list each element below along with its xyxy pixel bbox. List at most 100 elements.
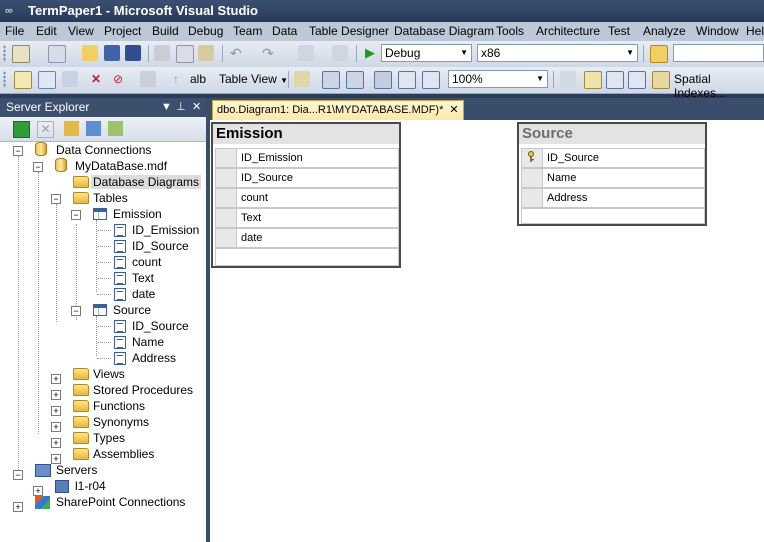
view-page-breaks-icon[interactable] [398, 71, 416, 89]
paste-icon[interactable] [198, 45, 214, 61]
find-input[interactable] [673, 44, 764, 62]
cut-icon[interactable] [154, 45, 170, 61]
edit-names-icon[interactable]: alb [190, 71, 206, 87]
new-project-icon[interactable] [12, 45, 30, 63]
tree-node-synonyms[interactable]: Synonyms [91, 414, 151, 430]
menu-project[interactable]: Project [104, 24, 141, 38]
diagram-column-row[interactable]: count [215, 188, 399, 208]
tree-node-column[interactable]: count [130, 254, 163, 270]
expand-toggle[interactable]: + [13, 502, 23, 512]
auto-hide-pin-icon[interactable]: ⊥ [176, 98, 186, 117]
expand-toggle[interactable]: + [51, 438, 61, 448]
delete-from-database-icon[interactable]: ✕ [88, 71, 104, 87]
manage-indexes-icon[interactable] [584, 71, 602, 89]
diagram-canvas[interactable]: Emission ID_Emission ID_Source count Tex… [210, 120, 764, 542]
tree-node-stored-procedures[interactable]: Stored Procedures [91, 382, 195, 398]
expand-toggle[interactable]: + [51, 390, 61, 400]
expand-toggle[interactable]: + [33, 486, 43, 496]
tree-node-servers[interactable]: Servers [54, 462, 99, 478]
tree-node-tables[interactable]: Tables [91, 190, 130, 206]
start-debugging-icon[interactable]: ▶ [362, 45, 378, 61]
tree-node-assemblies[interactable]: Assemblies [91, 446, 156, 462]
generate-change-script-icon[interactable] [140, 71, 156, 87]
add-item-icon[interactable] [48, 45, 66, 63]
autosize-tables-icon[interactable] [374, 71, 392, 89]
menu-test[interactable]: Test [608, 24, 630, 38]
remove-from-diagram-icon[interactable]: ⊘ [110, 71, 126, 87]
menu-debug[interactable]: Debug [188, 24, 223, 38]
manage-check-constraints-icon[interactable] [652, 71, 670, 89]
tree-node-column[interactable]: Text [130, 270, 156, 286]
diagram-column-row[interactable]: date [215, 228, 399, 248]
menu-build[interactable]: Build [152, 24, 179, 38]
menu-edit[interactable]: Edit [36, 24, 57, 38]
menu-view[interactable]: View [68, 24, 94, 38]
find-in-files-icon[interactable] [650, 45, 668, 63]
navigate-forward-icon[interactable] [332, 45, 348, 61]
stop-refresh-icon[interactable]: ✕ [37, 121, 54, 138]
relationships-icon[interactable] [560, 71, 576, 87]
row-selector[interactable] [522, 169, 543, 187]
connect-to-server-icon[interactable] [86, 121, 101, 136]
row-selector[interactable] [216, 149, 237, 167]
tree-node-column[interactable]: ID_Source [130, 238, 191, 254]
arrange-selection-icon[interactable] [322, 71, 340, 89]
tree-node-database[interactable]: MyDataBase.mdf [73, 158, 169, 174]
window-position-icon[interactable]: ▼ [161, 98, 172, 117]
open-folder-icon[interactable] [82, 45, 98, 61]
save-all-icon[interactable] [125, 45, 141, 61]
tree-node-functions[interactable]: Functions [91, 398, 147, 414]
tree-node-column[interactable]: date [130, 286, 157, 302]
menu-analyze[interactable]: Analyze [643, 24, 686, 38]
tree-node-column[interactable]: ID_Emission [130, 222, 201, 238]
row-selector[interactable] [216, 189, 237, 207]
save-icon[interactable] [104, 45, 120, 61]
menu-data[interactable]: Data [272, 24, 297, 38]
new-text-annotation-icon[interactable] [422, 71, 440, 89]
diagram-column-row[interactable]: Text [215, 208, 399, 228]
tree-node-sharepoint-connections[interactable]: SharePoint Connections [54, 494, 187, 510]
arrange-tables-icon[interactable] [346, 71, 364, 89]
solution-configuration-dropdown[interactable]: Debug ▼ [381, 44, 472, 62]
add-related-tables-icon[interactable] [62, 71, 78, 87]
tree-node-table-source[interactable]: Source [111, 302, 153, 318]
menu-file[interactable]: File [5, 24, 24, 38]
spatial-indexes-button[interactable]: Spatial Indexes... [674, 72, 764, 100]
tree-node-column[interactable]: Name [130, 334, 166, 350]
redo-icon[interactable]: ↷ [262, 45, 278, 61]
row-selector[interactable] [216, 229, 237, 247]
menu-help[interactable]: Help [746, 24, 764, 38]
zoom-dropdown[interactable]: 100% ▼ [448, 70, 548, 88]
table-view-dropdown[interactable]: Table View ▼ [219, 72, 288, 86]
tree-node-views[interactable]: Views [91, 366, 127, 382]
tree-node-server[interactable]: l1-r04 [73, 478, 108, 494]
new-table-icon[interactable] [14, 71, 32, 89]
solution-platform-dropdown[interactable]: x86 ▼ [477, 44, 638, 62]
connect-to-database-icon[interactable] [64, 121, 79, 136]
collapse-toggle[interactable]: − [13, 146, 23, 156]
expand-toggle[interactable]: + [51, 406, 61, 416]
diagram-table-emission[interactable]: Emission ID_Emission ID_Source count Tex… [211, 122, 401, 268]
refresh-icon[interactable] [13, 121, 30, 138]
row-selector[interactable] [216, 209, 237, 227]
connect-to-sharepoint-icon[interactable] [108, 121, 123, 136]
collapse-toggle[interactable]: − [71, 306, 81, 316]
menu-team[interactable]: Team [233, 24, 262, 38]
collapse-toggle[interactable]: − [71, 210, 81, 220]
row-selector[interactable] [216, 169, 237, 187]
diagram-column-row[interactable]: Address [521, 188, 705, 208]
tree-node-types[interactable]: Types [91, 430, 127, 446]
diagram-column-row-empty[interactable] [215, 248, 399, 266]
collapse-toggle[interactable]: − [13, 470, 23, 480]
menu-table-designer[interactable]: Table Designer [309, 24, 389, 38]
tree-node-column[interactable]: Address [130, 350, 178, 366]
collapse-toggle[interactable]: − [33, 162, 43, 172]
diagram-column-row[interactable]: ID_Source [521, 148, 705, 168]
tree-node-data-connections[interactable]: Data Connections [54, 142, 153, 158]
navigate-backward-icon[interactable] [298, 45, 314, 61]
manage-xml-indexes-icon[interactable] [628, 71, 646, 89]
close-icon[interactable]: ✕ [192, 98, 201, 117]
diagram-column-row-empty[interactable] [521, 208, 705, 224]
set-primary-key-icon[interactable]: ↑ [168, 71, 184, 87]
menu-architecture[interactable]: Architecture [536, 24, 600, 38]
